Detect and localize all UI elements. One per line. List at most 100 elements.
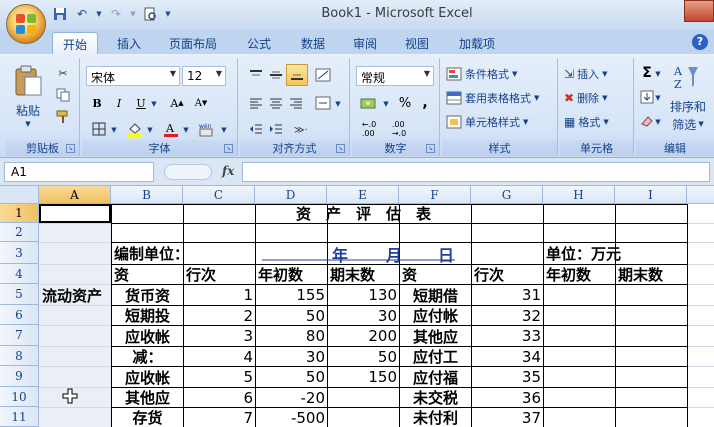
align-right-icon[interactable] (286, 94, 306, 112)
left-begin-4[interactable]: 30 (256, 347, 327, 366)
phonetic-dropdown-icon[interactable]: ▼ (220, 124, 228, 136)
bold-button[interactable]: B (88, 94, 106, 112)
align-bottom-icon[interactable] (286, 64, 308, 86)
font-color-icon[interactable]: A (160, 120, 182, 138)
header-line-right[interactable]: 行次 (472, 265, 543, 284)
left-end-2[interactable]: 30 (328, 306, 399, 325)
percent-button[interactable]: % (396, 94, 414, 112)
font-color-dropdown-icon[interactable]: ▼ (182, 124, 190, 136)
cell-current-assets[interactable]: 流动资产 (40, 285, 111, 305)
left-line-2[interactable]: 2 (184, 306, 255, 325)
format-as-table-button[interactable]: 套用表格格式 ▼ (446, 88, 554, 108)
decrease-indent-icon[interactable] (246, 120, 266, 138)
copy-icon[interactable] (54, 86, 72, 104)
alignment-launcher-icon[interactable]: ↘ (336, 144, 345, 153)
formula-input[interactable] (242, 162, 710, 182)
left-end-1[interactable]: 130 (328, 285, 399, 305)
currency-dropdown-icon[interactable]: ▼ (382, 98, 390, 110)
left-end-4[interactable]: 50 (328, 347, 399, 366)
phonetic-icon[interactable]: wén (194, 120, 220, 138)
decrease-decimal-icon[interactable]: .00 →.0 (386, 120, 412, 138)
underline-dropdown-icon[interactable]: ▼ (150, 98, 158, 110)
sort-label[interactable]: 排序和 (666, 98, 710, 114)
left-name-6[interactable]: 其他应 (112, 388, 183, 407)
tab-addins[interactable]: 加载项 (448, 32, 506, 54)
tab-formulas[interactable]: 公式 (236, 32, 282, 54)
orientation-icon[interactable] (312, 66, 334, 84)
delete-cells-button[interactable]: ✖ 删除 ▼ (564, 88, 630, 108)
cell-unit-label[interactable]: 编制单位： (112, 243, 256, 264)
tab-insert[interactable]: 插入 (106, 32, 152, 54)
format-cells-button[interactable]: ▦ 格式 ▼ (564, 112, 630, 132)
header-begin-left[interactable]: 年初数 (256, 265, 327, 284)
clipboard-launcher-icon[interactable]: ↘ (66, 144, 75, 153)
worksheet-grid[interactable]: A B C D E F G H I 1 2 3 4 5 6 7 8 9 10 1… (0, 186, 714, 427)
align-left-icon[interactable] (246, 94, 266, 112)
tab-review[interactable]: 审阅 (342, 32, 388, 54)
right-name-7[interactable]: 未付利 (400, 408, 471, 427)
align-top-icon[interactable] (246, 66, 266, 84)
cell-unit-right[interactable]: 单位：万元 (544, 243, 688, 264)
fill-dropdown-icon[interactable]: ▼ (654, 92, 662, 104)
left-name-1[interactable]: 货币资 (112, 285, 183, 305)
header-begin-right[interactable]: 年初数 (544, 265, 615, 284)
right-name-2[interactable]: 应付帐 (400, 306, 471, 325)
underline-button[interactable]: U (132, 94, 150, 112)
comma-button[interactable]: , (416, 94, 434, 112)
right-name-5[interactable]: 应付福 (400, 367, 471, 387)
fill-color-dropdown-icon[interactable]: ▼ (146, 124, 154, 136)
left-begin-7[interactable]: -500 (256, 408, 327, 427)
formula-bar-splitter[interactable] (164, 164, 212, 180)
right-line-4[interactable]: 34 (472, 347, 543, 366)
header-end-left[interactable]: 期末数 (328, 265, 399, 284)
left-line-6[interactable]: 6 (184, 388, 255, 407)
grow-font-icon[interactable]: A ▲ (166, 94, 188, 112)
tab-home[interactable]: 开始 (52, 32, 98, 54)
paste-icon[interactable] (10, 62, 46, 100)
filter-label[interactable]: 筛选 ▼ (666, 116, 710, 132)
number-format-combo[interactable]: 常规 ▼ (356, 66, 434, 86)
cell-date-day[interactable]: 日 (436, 243, 460, 265)
office-button[interactable] (6, 4, 46, 44)
help-icon[interactable]: ? (692, 34, 708, 50)
left-end-7[interactable] (328, 408, 399, 427)
left-end-5[interactable]: 150 (328, 367, 399, 387)
paste-button[interactable]: 粘贴 (10, 102, 46, 118)
right-line-1[interactable]: 31 (472, 285, 543, 305)
align-center-icon[interactable] (266, 94, 286, 112)
right-line-5[interactable]: 35 (472, 367, 543, 387)
left-line-1[interactable]: 1 (184, 285, 255, 305)
cell-styles-button[interactable]: 单元格样式 ▼ (446, 112, 554, 132)
left-line-5[interactable]: 5 (184, 367, 255, 387)
cell-date-month[interactable]: 月 (384, 243, 408, 265)
merge-center-icon[interactable] (312, 94, 334, 112)
close-window-button[interactable] (684, 0, 714, 22)
merge-dropdown-icon[interactable]: ▼ (334, 98, 342, 110)
right-name-6[interactable]: 未交税 (400, 388, 471, 407)
header-liability[interactable]: 资 (400, 265, 471, 284)
font-launcher-icon[interactable]: ↘ (224, 144, 233, 153)
paste-dropdown-icon[interactable]: ▼ (10, 118, 46, 130)
borders-icon[interactable] (88, 120, 110, 138)
left-begin-3[interactable]: 80 (256, 326, 327, 346)
header-line-left[interactable]: 行次 (184, 265, 255, 284)
left-begin-1[interactable]: 155 (256, 285, 327, 305)
insert-function-icon[interactable]: fx (222, 164, 234, 178)
header-end-right[interactable]: 期末数 (616, 265, 687, 284)
left-begin-2[interactable]: 50 (256, 306, 327, 325)
left-name-2[interactable]: 短期投 (112, 306, 183, 325)
left-end-6[interactable] (328, 388, 399, 407)
tab-page-layout[interactable]: 页面布局 (160, 32, 226, 54)
clear-dropdown-icon[interactable]: ▼ (654, 116, 662, 128)
fill-color-icon[interactable] (124, 120, 146, 138)
sort-filter-icon[interactable]: AZ (670, 62, 702, 92)
header-asset[interactable]: 资 (112, 265, 183, 284)
shrink-font-icon[interactable]: A ▼ (190, 94, 212, 112)
left-end-3[interactable]: 200 (328, 326, 399, 346)
left-name-3[interactable]: 应收帐 (112, 326, 183, 346)
wrap-text-icon[interactable]: ≫· (288, 120, 318, 138)
tab-view[interactable]: 视图 (394, 32, 440, 54)
right-line-6[interactable]: 36 (472, 388, 543, 407)
format-painter-icon[interactable] (54, 108, 72, 126)
left-begin-5[interactable]: 50 (256, 367, 327, 387)
